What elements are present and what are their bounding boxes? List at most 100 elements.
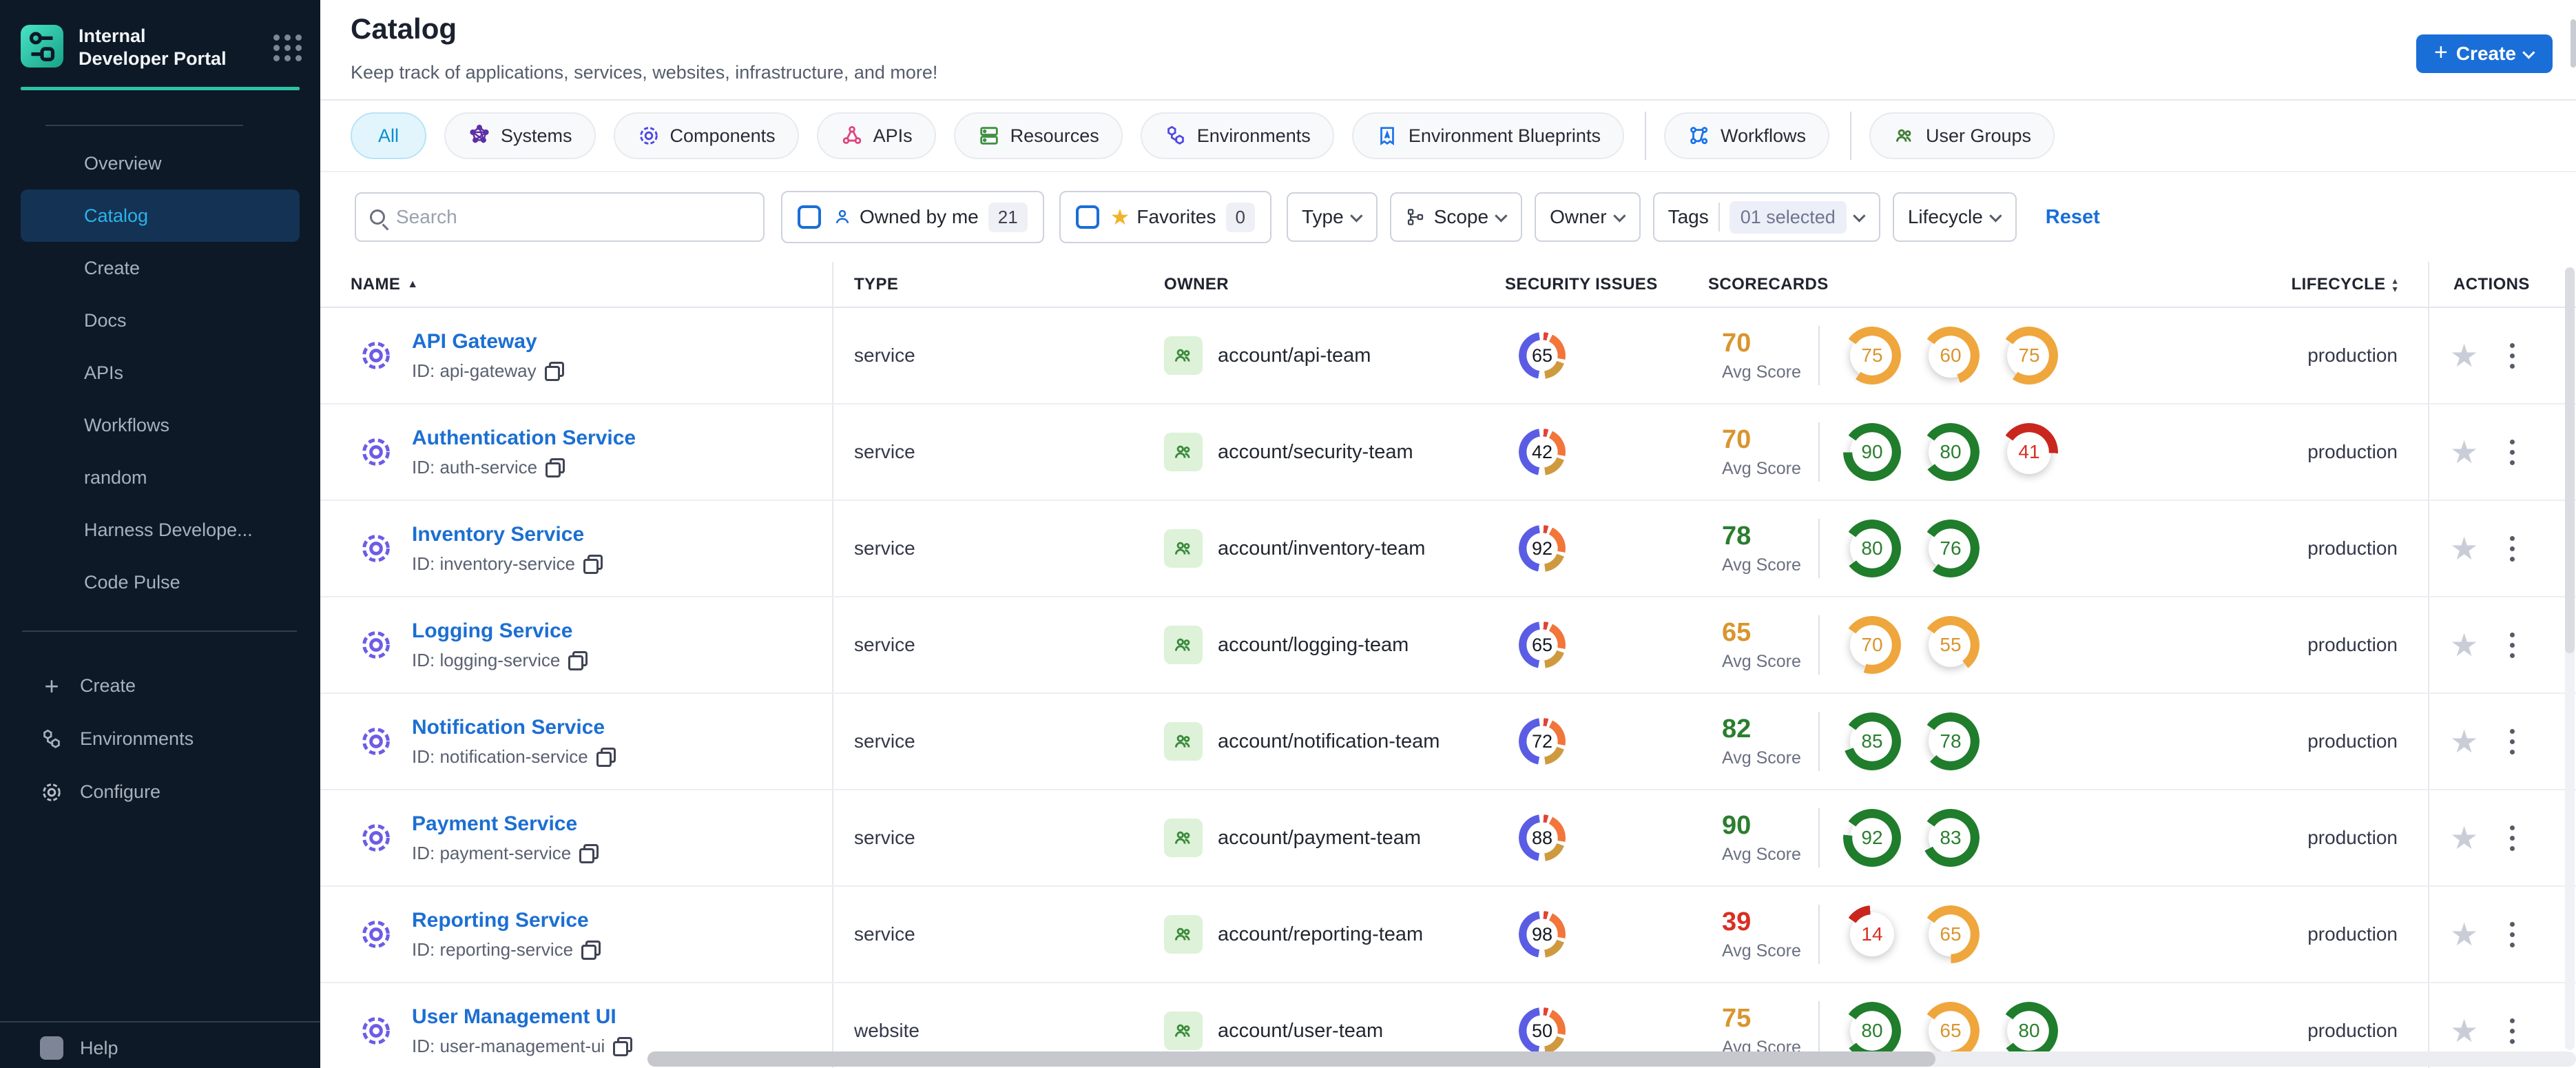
table-row[interactable]: Notification Service ID: notification-se…	[320, 694, 2576, 790]
scorecard-ring[interactable]: 55	[1910, 604, 1991, 686]
entity-name-link[interactable]: Payment Service	[412, 812, 577, 835]
favorite-star-icon[interactable]: ★	[2450, 530, 2478, 567]
scorecard-ring[interactable]: 65	[1910, 894, 1991, 975]
row-menu-icon[interactable]	[2510, 919, 2515, 950]
entity-name-link[interactable]: Notification Service	[412, 716, 605, 739]
copy-icon[interactable]	[544, 362, 564, 381]
favorite-star-icon[interactable]: ★	[2450, 337, 2478, 374]
tab-resources[interactable]: Resources	[953, 112, 1123, 159]
sidebar-item-code-pulse[interactable]: Code Pulse	[21, 556, 300, 608]
tab-components[interactable]: Components	[613, 112, 799, 159]
table-row[interactable]: Inventory Service ID: inventory-service …	[320, 501, 2576, 597]
tags-filter-dropdown[interactable]: Tags 01 selected	[1652, 192, 1880, 242]
search-input[interactable]	[396, 206, 749, 228]
table-row[interactable]: API Gateway ID: api-gateway service acco…	[320, 308, 2576, 404]
table-row[interactable]: Reporting Service ID: reporting-service …	[320, 887, 2576, 983]
scrollbar-thumb[interactable]	[2565, 267, 2575, 653]
scorecard-ring[interactable]: 41	[1988, 411, 2070, 493]
copy-icon[interactable]	[583, 555, 603, 574]
scorecard-ring[interactable]: 76	[1910, 508, 1991, 589]
scorecard-ring[interactable]: 14	[1831, 894, 1913, 975]
owner-filter-dropdown[interactable]: Owner	[1535, 192, 1641, 242]
app-switcher-icon[interactable]	[273, 34, 302, 61]
scorecard-ring[interactable]: 83	[1910, 797, 1991, 879]
favorite-star-icon[interactable]: ★	[2450, 723, 2478, 760]
type-filter-dropdown[interactable]: Type	[1286, 192, 1378, 242]
scorecard-ring[interactable]: 90	[1831, 411, 1913, 493]
favorite-star-icon[interactable]: ★	[2450, 916, 2478, 953]
lifecycle-filter-dropdown[interactable]: Lifecycle	[1892, 192, 2017, 242]
vertical-scrollbar[interactable]	[2565, 267, 2575, 1050]
copy-icon[interactable]	[546, 458, 565, 477]
tab-systems[interactable]: Systems	[444, 112, 596, 159]
entity-name-link[interactable]: Logging Service	[412, 619, 572, 642]
scorecard-ring[interactable]: 92	[1831, 797, 1913, 879]
scorecard-ring[interactable]: 75	[1831, 315, 1913, 396]
favorite-star-icon[interactable]: ★	[2450, 433, 2478, 471]
scorecard-ring[interactable]: 75	[1988, 315, 2070, 396]
sidebar-item-create[interactable]: Create	[21, 242, 300, 294]
sidebar-item-apis[interactable]: APIs	[21, 347, 300, 399]
entity-name-link[interactable]: User Management UI	[412, 1005, 616, 1028]
scorecard-ring[interactable]: 80	[1910, 411, 1991, 493]
owner-name: account/logging-team	[1218, 633, 1409, 656]
sidebar-item-catalog[interactable]: Catalog	[21, 189, 300, 242]
table-row[interactable]: Authentication Service ID: auth-service …	[320, 404, 2576, 501]
scorecard-ring[interactable]: 85	[1831, 701, 1913, 782]
sidebar-item-docs[interactable]: Docs	[21, 294, 300, 347]
sidebar-item-environments[interactable]: Environments	[0, 712, 320, 766]
column-header-lifecycle[interactable]: LIFECYCLE ▴ ▾	[2287, 262, 2428, 307]
copy-icon[interactable]	[596, 748, 616, 767]
copy-icon[interactable]	[568, 651, 588, 670]
row-menu-icon[interactable]	[2510, 823, 2515, 854]
scorecard-ring[interactable]: 70	[1831, 604, 1913, 686]
owned-by-me-checkbox[interactable]	[798, 205, 821, 229]
entity-name-link[interactable]: API Gateway	[412, 330, 537, 353]
tab-user-groups[interactable]: User Groups	[1869, 112, 2055, 159]
entity-name-link[interactable]: Inventory Service	[412, 523, 584, 546]
copy-icon[interactable]	[581, 941, 601, 960]
copy-icon[interactable]	[579, 844, 599, 863]
copy-icon[interactable]	[613, 1037, 633, 1056]
row-menu-icon[interactable]	[2510, 630, 2515, 661]
sidebar-item-help[interactable]: Help	[0, 1023, 320, 1060]
tab-apis[interactable]: APIs	[816, 112, 936, 159]
scrollbar-thumb[interactable]	[647, 1051, 1935, 1067]
sidebar-item-harness-develope-[interactable]: Harness Develope...	[21, 504, 300, 556]
sidebar: Internal Developer Portal Overview Catalo…	[0, 0, 320, 1068]
scorecard-ring[interactable]: 60	[1910, 315, 1991, 396]
row-menu-icon[interactable]	[2510, 533, 2515, 564]
search-box[interactable]	[355, 192, 765, 242]
favorite-star-icon[interactable]: ★	[2450, 626, 2478, 664]
favorites-checkbox[interactable]	[1075, 205, 1099, 229]
owned-by-me-filter[interactable]: Owned by me 21	[781, 191, 1044, 243]
scorecard-ring[interactable]: 78	[1910, 701, 1991, 782]
scorecard-ring[interactable]: 80	[1831, 508, 1913, 589]
tab-environment-blueprints[interactable]: Environment Blueprints	[1351, 112, 1624, 159]
entity-name-link[interactable]: Reporting Service	[412, 909, 589, 932]
sidebar-item-workflows[interactable]: Workflows	[21, 399, 300, 451]
favorite-star-icon[interactable]: ★	[2450, 1012, 2478, 1049]
table-row[interactable]: Logging Service ID: logging-service serv…	[320, 597, 2576, 694]
sidebar-item-configure[interactable]: Configure	[0, 766, 320, 819]
reset-filters-link[interactable]: Reset	[2046, 206, 2100, 229]
tab-environments[interactable]: Environments	[1140, 112, 1334, 159]
window-scrollbar[interactable]	[2570, 19, 2576, 68]
tab-all[interactable]: All	[351, 112, 427, 159]
favorites-filter[interactable]: ★ Favorites 0	[1059, 191, 1271, 243]
row-menu-icon[interactable]	[2510, 340, 2515, 371]
scope-filter-dropdown[interactable]: Scope	[1389, 192, 1523, 242]
row-menu-icon[interactable]	[2510, 1016, 2515, 1047]
sidebar-item-overview[interactable]: Overview	[21, 137, 300, 189]
horizontal-scrollbar[interactable]	[647, 1051, 2576, 1067]
row-menu-icon[interactable]	[2510, 726, 2515, 757]
sidebar-item-random[interactable]: random	[21, 451, 300, 504]
create-button[interactable]: + Create	[2416, 34, 2553, 73]
row-menu-icon[interactable]	[2510, 437, 2515, 468]
favorite-star-icon[interactable]: ★	[2450, 819, 2478, 856]
column-header-name[interactable]: NAME ▲	[320, 262, 833, 307]
sidebar-item-create[interactable]: + Create	[0, 659, 320, 712]
tab-workflows[interactable]: Workflows	[1663, 112, 1829, 159]
entity-name-link[interactable]: Authentication Service	[412, 427, 636, 449]
table-row[interactable]: Payment Service ID: payment-service serv…	[320, 790, 2576, 887]
